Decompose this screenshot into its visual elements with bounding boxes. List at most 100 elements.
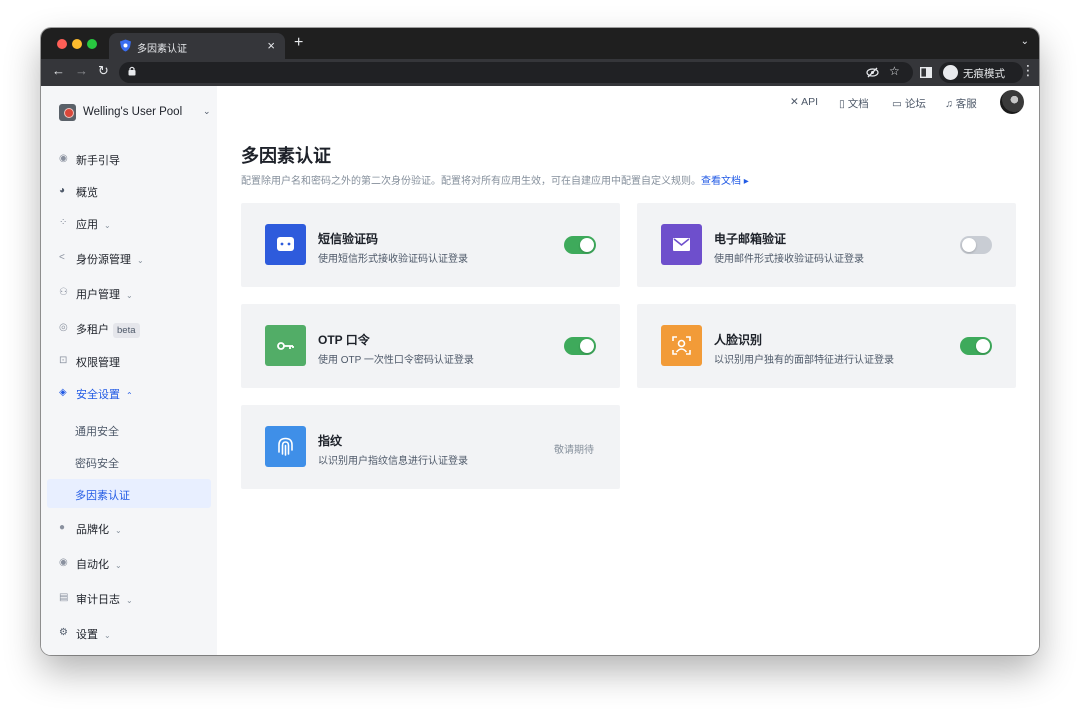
mfa-card-description: 以识别用户指纹信息进行认证登录 xyxy=(318,456,468,467)
chat-icon: ▭ xyxy=(892,98,902,110)
forward-icon[interactable]: → xyxy=(75,63,88,78)
mfa-card-face: 人脸识别 以识别用户独有的面部特征进行认证登录 xyxy=(637,304,1016,388)
chevron-down-icon: ⌄ xyxy=(137,256,144,265)
lock-icon: ⊡ xyxy=(59,355,68,366)
back-icon[interactable]: ← xyxy=(52,63,65,78)
maximize-window-button[interactable] xyxy=(87,39,97,49)
sidebar-item-label: 概览 xyxy=(76,187,98,199)
mfa-card-description: 使用短信形式接收验证码认证登录 xyxy=(318,254,468,265)
sms-toggle[interactable] xyxy=(564,236,596,254)
incognito-indicator[interactable]: 无痕模式 xyxy=(939,62,1023,83)
sidebar-item-label: 设置 xyxy=(76,629,98,641)
beta-badge: beta xyxy=(113,323,140,338)
sidebar-subitem-mfa[interactable]: 多因素认证 xyxy=(47,479,211,508)
automation-icon: ◉ xyxy=(59,557,68,568)
key-icon xyxy=(265,325,306,366)
reload-icon[interactable]: ↻ xyxy=(98,63,109,79)
browser-toolbar: ← → ↻ ☆ 无痕模式 ⋮ xyxy=(41,59,1039,86)
side-panel-icon[interactable] xyxy=(920,67,932,78)
chevron-down-icon: ⌄ xyxy=(104,221,111,230)
tab-strip: 多因素认证 × + ⌄ xyxy=(41,28,1039,59)
email-icon xyxy=(661,224,702,265)
share-icon: < xyxy=(59,252,65,263)
eye-slash-icon[interactable] xyxy=(866,66,879,79)
mfa-card-title: OTP 口令 xyxy=(318,333,370,347)
tab-close-icon[interactable]: × xyxy=(267,38,275,53)
planet-icon: ● xyxy=(59,522,66,533)
book-icon: ▯ xyxy=(839,98,845,110)
tenant-icon: ◎ xyxy=(59,322,68,333)
lock-icon xyxy=(128,66,136,76)
forum-link[interactable]: ▭ 论坛 xyxy=(892,96,926,111)
sidebar: Welling's User Pool ⌄ ◉ 新手引导 ◕ 概览 ⁘ 应用 ⌄ … xyxy=(41,86,217,655)
browser-tab[interactable]: 多因素认证 × xyxy=(109,33,285,59)
chevron-down-icon: ⌄ xyxy=(115,561,122,570)
api-link[interactable]: ✕ API xyxy=(790,96,818,108)
support-link[interactable]: ♫ 客服 xyxy=(945,96,977,111)
chevron-down-icon: ⌄ xyxy=(115,526,122,535)
tools-icon: ✕ xyxy=(790,96,799,108)
mfa-card-email: 电子邮箱验证 使用邮件形式接收验证码认证登录 xyxy=(637,203,1016,287)
mfa-card-otp: OTP 口令 使用 OTP 一次性口令密码认证登录 xyxy=(241,304,620,388)
mfa-card-fingerprint: 指纹 以识别用户指纹信息进行认证登录 敬请期待 xyxy=(241,405,620,489)
chevron-up-icon: ⌃ xyxy=(126,391,133,400)
mfa-card-sms: 短信验证码 使用短信形式接收验证码认证登录 xyxy=(241,203,620,287)
mfa-card-title: 电子邮箱验证 xyxy=(714,232,787,246)
face-scan-icon xyxy=(661,325,702,366)
sidebar-item-label: 安全设置 xyxy=(76,389,120,401)
more-menu-icon[interactable]: ⋮ xyxy=(1021,62,1035,79)
page-title: 多因素认证 xyxy=(241,146,331,166)
bookmark-star-icon[interactable]: ☆ xyxy=(889,64,900,78)
sidebar-subitem-label: 多因素认证 xyxy=(75,490,130,502)
close-window-button[interactable] xyxy=(57,39,67,49)
sidebar-subitem-password-security[interactable]: 密码安全 xyxy=(75,455,119,471)
page-description-text: 配置除用户名和密码之外的第二次身份验证。配置将对所有应用生效，可在自建应用中配置… xyxy=(241,176,701,187)
email-toggle[interactable] xyxy=(960,236,992,254)
tab-title: 多因素认证 xyxy=(137,44,187,55)
forum-link-label: 论坛 xyxy=(904,98,926,110)
shield-favicon-icon xyxy=(120,39,131,52)
mfa-card-description: 以识别用户独有的面部特征进行认证登录 xyxy=(714,355,894,366)
docs-link-label: 文档 xyxy=(847,98,869,110)
docs-link[interactable]: ▯ 文档 xyxy=(839,96,869,111)
face-toggle[interactable] xyxy=(960,337,992,355)
address-bar[interactable]: ☆ xyxy=(119,62,913,83)
mfa-card-title: 指纹 xyxy=(318,434,343,448)
user-pool-name: Welling's User Pool xyxy=(83,106,183,118)
incognito-label: 无痕模式 xyxy=(963,68,1005,80)
sidebar-item-label: 多租户 xyxy=(76,324,109,336)
coming-soon-label: 敬请期待 xyxy=(554,445,594,456)
avatar[interactable] xyxy=(1000,90,1024,114)
user-pool-logo xyxy=(59,104,76,121)
sms-icon xyxy=(265,224,306,265)
shield-icon: ◈ xyxy=(59,387,67,398)
app-content: Welling's User Pool ⌄ ◉ 新手引导 ◕ 概览 ⁘ 应用 ⌄ … xyxy=(41,86,1039,655)
sidebar-item-label: 身份源管理 xyxy=(76,254,131,266)
view-docs-link[interactable]: 查看文档 ▸ xyxy=(701,176,749,187)
log-icon: ▤ xyxy=(59,592,69,603)
sidebar-item-label: 自动化 xyxy=(76,559,109,571)
sidebar-subitem-general-security[interactable]: 通用安全 xyxy=(75,423,119,439)
pie-chart-icon: ◕ xyxy=(59,185,66,196)
view-docs-label: 查看文档 xyxy=(701,176,741,187)
mfa-card-title: 短信验证码 xyxy=(318,232,379,246)
new-tab-button[interactable]: + xyxy=(294,34,303,52)
chevron-down-icon[interactable]: ⌄ xyxy=(1021,36,1029,47)
users-icon: ⚇ xyxy=(59,287,68,298)
chevron-down-icon: ⌄ xyxy=(126,291,133,300)
incognito-icon xyxy=(943,65,958,80)
api-link-label: API xyxy=(801,96,819,108)
compass-icon: ◉ xyxy=(59,153,68,164)
chevron-down-icon: ⌄ xyxy=(104,631,111,640)
sidebar-item-label: 用户管理 xyxy=(76,289,120,301)
sidebar-item-label: 权限管理 xyxy=(76,357,120,369)
sidebar-item-label: 品牌化 xyxy=(76,524,109,536)
sidebar-item-label: 审计日志 xyxy=(76,594,120,606)
otp-toggle[interactable] xyxy=(564,337,596,355)
sidebar-item-label: 新手引导 xyxy=(76,155,120,167)
chevron-down-icon: ⌄ xyxy=(126,596,133,605)
support-link-label: 客服 xyxy=(955,98,977,110)
headset-icon: ♫ xyxy=(945,98,953,110)
sidebar-item-label: 应用 xyxy=(76,219,98,231)
minimize-window-button[interactable] xyxy=(72,39,82,49)
